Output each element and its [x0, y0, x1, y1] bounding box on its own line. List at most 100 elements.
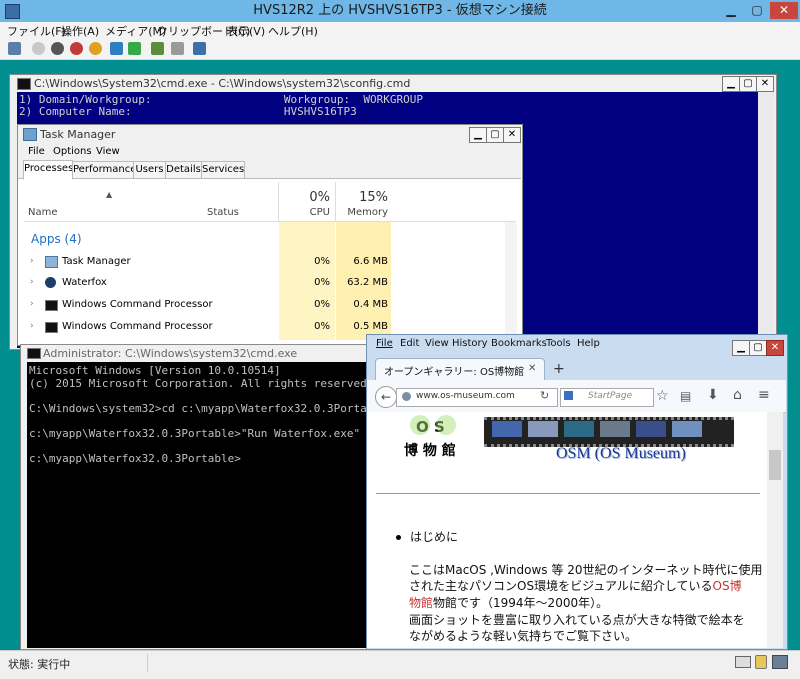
col-cpu[interactable]: CPU — [296, 207, 330, 218]
tab-users[interactable]: Users — [133, 161, 166, 179]
para-line: された主なパソコンOS環境をビジュアルに紹介しているOS博 — [409, 578, 742, 594]
console-line: (c) 2015 Microsoft Corporation. All righ… — [29, 377, 374, 390]
expand-chevron-icon[interactable]: › — [30, 299, 34, 309]
menu-view[interactable]: 表示(V) — [227, 24, 265, 39]
sconfig-maximize-button[interactable]: ▢ — [739, 76, 757, 92]
apps-group-header[interactable]: Apps (4) — [31, 232, 82, 246]
sconfig-minimize-button[interactable]: ▁ — [722, 76, 740, 92]
col-memory[interactable]: Memory — [340, 207, 388, 218]
tm-menu-view[interactable]: View — [96, 146, 120, 157]
film-frame — [600, 421, 630, 437]
osm-logo: O S 博 物 館 — [396, 416, 474, 462]
para-line: ながめるような軽い気持ちでご覧下さい。 — [409, 629, 638, 643]
downloads-icon[interactable]: ⬇ — [707, 387, 719, 403]
logo-kanji-text: 博 物 館 — [404, 443, 456, 459]
scrollbar-thumb[interactable] — [769, 450, 781, 480]
bookmark-star-icon[interactable]: ☆ — [656, 388, 669, 404]
turn-off-icon[interactable] — [51, 42, 64, 55]
tab-close-icon[interactable]: ✕ — [528, 363, 536, 374]
banner-title: OSM (OS Museum) — [556, 445, 686, 462]
process-name: Task Manager — [62, 256, 131, 267]
save-icon[interactable] — [89, 42, 102, 55]
expand-chevron-icon[interactable]: › — [30, 277, 34, 287]
task-manager-icon — [23, 128, 37, 141]
revert-icon[interactable] — [171, 42, 184, 55]
back-button[interactable]: ← — [375, 386, 397, 408]
sconfig-scrollbar[interactable] — [758, 92, 774, 348]
film-frame — [564, 421, 594, 437]
tm-menu-options[interactable]: Options — [53, 146, 92, 157]
header-separator — [24, 221, 516, 222]
maximize-button[interactable]: ▢ — [744, 2, 770, 19]
menu-help[interactable]: ヘルプ(H) — [268, 24, 318, 39]
page-scrollbar[interactable] — [767, 412, 783, 648]
tab-services[interactable]: Services — [201, 161, 245, 179]
pause-icon[interactable] — [110, 42, 123, 55]
bookmarks-menu-icon[interactable]: ▤ — [680, 389, 691, 403]
lock-icon — [755, 655, 767, 669]
fx-menu-tools[interactable]: Tools — [546, 337, 571, 351]
task-manager-app-icon — [45, 256, 58, 268]
fx-close-button[interactable]: ✕ — [766, 340, 784, 356]
expand-chevron-icon[interactable]: › — [30, 321, 34, 331]
vm-window-title: HVS12R2 上の HVSHVS16TP3 - 仮想マシン接続 — [253, 3, 547, 18]
ctrl-alt-del-icon[interactable] — [8, 42, 21, 55]
table-row[interactable]: › Windows Command Processor 0% 0.4 MB — [24, 294, 516, 315]
tab-performance[interactable]: Performance — [72, 161, 136, 179]
para-line: 物館 — [409, 595, 433, 611]
section-heading: はじめに — [410, 530, 459, 544]
menu-action[interactable]: 操作(A) — [61, 24, 99, 39]
film-frame — [636, 421, 666, 437]
home-icon[interactable]: ⌂ — [733, 387, 742, 403]
fx-menu-view[interactable]: View — [425, 337, 449, 351]
fx-minimize-button[interactable]: ▁ — [732, 340, 750, 356]
col-status[interactable]: Status — [207, 207, 239, 218]
table-row[interactable]: › Task Manager 0% 6.6 MB — [24, 251, 516, 272]
col-name[interactable]: Name — [28, 207, 58, 218]
content-divider — [376, 493, 760, 494]
cmd-icon — [45, 322, 58, 333]
film-frame — [492, 421, 522, 437]
expand-chevron-icon[interactable]: › — [30, 256, 34, 266]
para-line: 物館です（1994年～2000年）。 — [433, 596, 609, 610]
menu-file[interactable]: ファイル(F) — [7, 24, 66, 39]
film-frame — [528, 421, 558, 437]
close-button[interactable]: ✕ — [770, 2, 798, 19]
table-row[interactable]: › Waterfox 0% 63.2 MB — [24, 272, 516, 293]
console-line: C:\Windows\system32>cd c:\myapp\Waterfox… — [29, 402, 387, 415]
fx-menu-history[interactable]: History — [452, 337, 488, 351]
menu-hamburger-icon[interactable]: ≡ — [758, 387, 770, 403]
admin-cmd-title: Administrator: C:\Windows\system32\cmd.e… — [43, 347, 298, 360]
fx-menu-bookmarks[interactable]: Bookmarks — [491, 337, 547, 351]
fx-menu-file[interactable]: File — [376, 337, 393, 351]
resume-icon[interactable] — [128, 42, 141, 55]
os-museum-link[interactable]: 物館 — [409, 596, 433, 610]
console-line: Microsoft Windows [Version 10.0.10514] — [29, 364, 281, 377]
tm-minimize-button[interactable]: ▁ — [469, 127, 487, 143]
vm-app-icon — [5, 4, 20, 19]
fx-maximize-button[interactable]: ▢ — [749, 340, 767, 356]
tm-close-button[interactable]: ✕ — [503, 127, 521, 143]
process-cpu: 0% — [314, 299, 330, 310]
process-cpu: 0% — [314, 277, 330, 288]
tm-menu-file[interactable]: File — [28, 146, 45, 157]
enhanced-session-icon[interactable] — [193, 42, 206, 55]
new-tab-button[interactable]: + — [553, 361, 565, 377]
start-icon[interactable] — [32, 42, 45, 55]
fx-menu-edit[interactable]: Edit — [400, 337, 419, 351]
film-frame — [672, 421, 702, 437]
fx-menu-help[interactable]: Help — [577, 337, 600, 351]
os-museum-link[interactable]: OS博 — [713, 579, 742, 593]
tm-maximize-button[interactable]: ▢ — [486, 127, 504, 143]
tab-details[interactable]: Details — [165, 161, 202, 179]
tab-processes[interactable]: Processes — [23, 160, 73, 180]
shutdown-icon[interactable] — [70, 42, 83, 55]
sconfig-close-button[interactable]: ✕ — [756, 76, 774, 92]
reload-icon[interactable]: ↻ — [540, 389, 549, 402]
vm-status-text: 状態: 実行中 — [8, 658, 71, 671]
minimize-button[interactable]: ▁ — [718, 2, 744, 19]
memory-total: 15% — [359, 190, 388, 205]
globe-icon — [402, 392, 411, 401]
checkpoint-icon[interactable] — [151, 42, 164, 55]
search-engine-icon[interactable] — [564, 391, 573, 400]
